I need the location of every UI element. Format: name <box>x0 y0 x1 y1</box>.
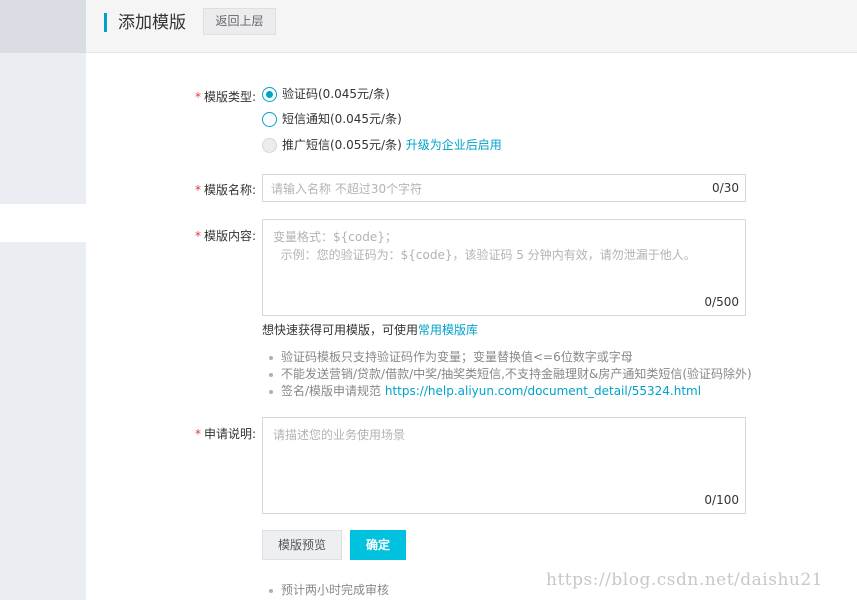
template-name-input[interactable]: 请输入名称 不超过30个字符 0/30 <box>262 174 746 202</box>
radio-verification-code[interactable]: 验证码(0.045元/条) <box>262 85 390 103</box>
page-header: 添加模版 返回上层 <box>86 0 857 53</box>
back-button[interactable]: 返回上层 <box>203 8 276 35</box>
template-library-link[interactable]: 常用模版库 <box>418 323 478 337</box>
left-sidebar <box>0 0 86 600</box>
template-preview-button[interactable]: 模版预览 <box>262 530 342 560</box>
page-title: 添加模版 <box>118 13 186 33</box>
desc-placeholder: 请描述您的业务使用场景 <box>273 428 406 442</box>
radio-promo-sms: 推广短信(0.055元/条) 升级为企业后启用 <box>262 136 502 154</box>
radio-disabled-icon <box>262 137 277 153</box>
content-placeholder: 变量格式：${code}； 示例：您的验证码为：${code}，该验证码 5 分… <box>273 230 696 262</box>
desc-char-counter: 0/100 <box>704 493 739 507</box>
title-accent-bar <box>104 13 107 32</box>
template-library-hint: 想快速获得可用模版，可使用常用模版库 <box>262 323 479 337</box>
list-item: 不能发送营销/贷款/借款/中奖/抽奖类短信,不支持金融理财&房产通知类短信(验证… <box>268 366 752 383</box>
sidebar-active-item[interactable] <box>0 204 86 242</box>
list-item: 预计两小时完成审核 <box>268 582 389 599</box>
spec-doc-link[interactable]: https://help.aliyun.com/document_detail/… <box>385 384 701 398</box>
template-name-label: * 模版名称: <box>194 183 256 197</box>
upgrade-enterprise-link[interactable]: 升级为企业后启用 <box>406 136 502 154</box>
radio-sms-notice[interactable]: 短信通知(0.045元/条) <box>262 110 402 128</box>
sidebar-top-block <box>0 0 86 53</box>
list-item: 签名/模版申请规范 https://help.aliyun.com/docume… <box>268 383 752 400</box>
name-char-counter: 0/30 <box>712 181 739 195</box>
application-desc-textarea[interactable]: 请描述您的业务使用场景 0/100 <box>262 417 746 514</box>
list-item: 验证码模板只支持验证码作为变量；变量替换值<=6位数字或字母 <box>268 349 752 366</box>
radio-unchecked-icon[interactable] <box>262 111 277 127</box>
watermark: https://blog.csdn.net/daishu21 <box>546 570 823 590</box>
content-char-counter: 0/500 <box>704 295 739 309</box>
review-time-tip: 预计两小时完成审核 <box>268 582 389 599</box>
template-type-label: * 模版类型: <box>194 90 256 104</box>
template-content-label: * 模版内容: <box>194 229 256 243</box>
application-desc-label: * 申请说明: <box>194 427 256 441</box>
template-rules-list: 验证码模板只支持验证码作为变量；变量替换值<=6位数字或字母 不能发送营销/贷款… <box>268 349 752 400</box>
name-placeholder: 请输入名称 不超过30个字符 <box>271 182 423 196</box>
confirm-button[interactable]: 确定 <box>350 530 406 560</box>
radio-checked-icon[interactable] <box>262 86 277 102</box>
template-content-textarea[interactable]: 变量格式：${code}； 示例：您的验证码为：${code}，该验证码 5 分… <box>262 219 746 316</box>
